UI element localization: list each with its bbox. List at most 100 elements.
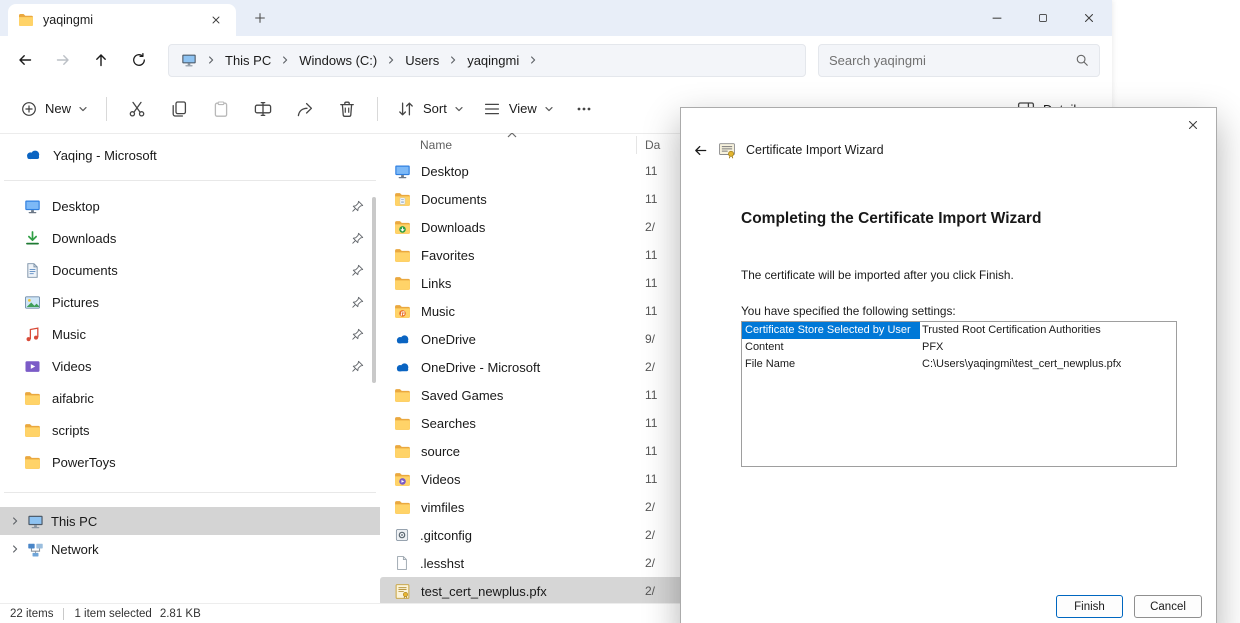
sidebar-item-music[interactable]: Music bbox=[0, 318, 380, 350]
music-folder-icon bbox=[394, 303, 411, 320]
pin-icon bbox=[351, 328, 364, 341]
breadcrumb-windows-c[interactable]: Windows (C:) bbox=[299, 53, 377, 68]
onedrive-cloud-icon bbox=[24, 146, 42, 164]
chevron-right-icon[interactable] bbox=[10, 544, 20, 554]
sidebar-item-aifabric[interactable]: aifabric bbox=[0, 382, 380, 414]
file-date: 2/ bbox=[645, 584, 655, 598]
file-date: 2/ bbox=[645, 500, 655, 514]
sidebar-item-label: PowerToys bbox=[52, 455, 116, 470]
onedrive-cloud-icon bbox=[394, 359, 411, 376]
selection-size: 2.81 KB bbox=[160, 608, 201, 620]
window-controls bbox=[974, 0, 1112, 36]
sidebar-scrollbar[interactable] bbox=[372, 197, 376, 383]
view-icon bbox=[482, 99, 502, 119]
pin-icon bbox=[351, 296, 364, 309]
cancel-button[interactable]: Cancel bbox=[1134, 595, 1202, 618]
sidebar-item-scripts[interactable]: scripts bbox=[0, 414, 380, 446]
file-name: Saved Games bbox=[421, 388, 503, 403]
sort-button[interactable]: Sort bbox=[388, 91, 472, 127]
column-divider[interactable] bbox=[636, 136, 637, 154]
plus-icon bbox=[253, 11, 267, 25]
this-pc-icon bbox=[181, 52, 197, 68]
sidebar-item-videos[interactable]: Videos bbox=[0, 350, 380, 382]
wizard-description: The certificate will be imported after y… bbox=[741, 268, 1014, 282]
column-header-name[interactable]: Name bbox=[420, 138, 452, 152]
setting-row[interactable]: File Name C:\Users\yaqingmi\test_cert_ne… bbox=[742, 356, 1176, 373]
setting-value: Trusted Root Certification Authorities bbox=[920, 322, 1176, 339]
breadcrumb-yaqingmi[interactable]: yaqingmi bbox=[467, 53, 519, 68]
sidebar-item-pictures[interactable]: Pictures bbox=[0, 286, 380, 318]
sidebar-item-downloads[interactable]: Downloads bbox=[0, 222, 380, 254]
setting-row[interactable]: Certificate Store Selected by User Trust… bbox=[742, 322, 1176, 339]
certificate-import-wizard-dialog: Certificate Import Wizard Completing the… bbox=[680, 107, 1217, 623]
sidebar-item-this-pc[interactable]: This PC bbox=[0, 507, 380, 535]
more-options-button[interactable] bbox=[564, 91, 604, 127]
sidebar-item-documents[interactable]: Documents bbox=[0, 254, 380, 286]
view-button[interactable]: View bbox=[474, 91, 562, 127]
explorer-tab[interactable]: yaqingmi bbox=[8, 4, 236, 36]
certificate-wizard-icon bbox=[718, 141, 736, 159]
file-date: 9/ bbox=[645, 332, 655, 346]
refresh-button[interactable] bbox=[120, 43, 158, 77]
folder-icon bbox=[394, 415, 411, 432]
copy-button[interactable] bbox=[159, 91, 199, 127]
new-button[interactable]: New bbox=[12, 91, 96, 127]
share-button[interactable] bbox=[285, 91, 325, 127]
sort-label: Sort bbox=[423, 101, 447, 116]
setting-key-content: Content bbox=[742, 339, 920, 356]
file-name: OneDrive - Microsoft bbox=[421, 360, 540, 375]
sidebar-item-onedrive[interactable]: Yaqing - Microsoft bbox=[0, 139, 380, 171]
address-bar[interactable]: This PC Windows (C:) Users yaqingmi bbox=[168, 44, 806, 77]
folder-icon bbox=[394, 247, 411, 264]
sidebar-item-network[interactable]: Network bbox=[0, 535, 380, 563]
folder-icon bbox=[24, 422, 41, 439]
folder-icon bbox=[394, 443, 411, 460]
paste-button[interactable] bbox=[201, 91, 241, 127]
item-count: 22 items bbox=[10, 608, 53, 620]
setting-row[interactable]: Content PFX bbox=[742, 339, 1176, 356]
folder-icon bbox=[24, 454, 41, 471]
up-button[interactable] bbox=[82, 43, 120, 77]
file-name: Documents bbox=[421, 192, 487, 207]
window-close-button[interactable] bbox=[1066, 0, 1112, 36]
search-input[interactable] bbox=[829, 53, 1069, 68]
chevron-right-icon bbox=[280, 55, 290, 65]
search-box[interactable] bbox=[818, 44, 1100, 77]
settings-list[interactable]: Certificate Store Selected by User Trust… bbox=[741, 321, 1177, 467]
rename-button[interactable] bbox=[243, 91, 283, 127]
sort-icon bbox=[396, 99, 416, 119]
cut-button[interactable] bbox=[117, 91, 157, 127]
file-date: 2/ bbox=[645, 360, 655, 374]
file-date: 11 bbox=[645, 276, 657, 290]
file-name: .lesshst bbox=[420, 556, 464, 571]
file-date: 11 bbox=[645, 164, 657, 178]
chevron-right-icon[interactable] bbox=[10, 516, 20, 526]
breadcrumb-users[interactable]: Users bbox=[405, 53, 439, 68]
up-icon bbox=[93, 52, 109, 68]
minimize-button[interactable] bbox=[974, 0, 1020, 36]
file-date: 2/ bbox=[645, 528, 655, 542]
forward-button[interactable] bbox=[44, 43, 82, 77]
file-date: 11 bbox=[645, 304, 657, 318]
folder-icon bbox=[394, 275, 411, 292]
new-tab-button[interactable] bbox=[248, 6, 272, 30]
this-pc-icon bbox=[27, 513, 44, 530]
pin-icon bbox=[351, 360, 364, 373]
finish-button[interactable]: Finish bbox=[1056, 595, 1123, 618]
sidebar-item-label: Yaqing - Microsoft bbox=[53, 148, 157, 163]
column-header-date[interactable]: Da bbox=[645, 138, 660, 152]
dialog-close-button[interactable] bbox=[1180, 113, 1206, 137]
selection-count: 1 item selected bbox=[74, 608, 151, 620]
file-date: 11 bbox=[645, 248, 657, 262]
new-label: New bbox=[45, 101, 71, 116]
maximize-button[interactable] bbox=[1020, 0, 1066, 36]
sidebar-item-desktop[interactable]: Desktop bbox=[0, 190, 380, 222]
chevron-down-icon bbox=[454, 104, 464, 114]
sidebar-item-powertoys[interactable]: PowerToys bbox=[0, 446, 380, 478]
back-button[interactable] bbox=[6, 43, 44, 77]
delete-button[interactable] bbox=[327, 91, 367, 127]
sidebar-item-label: Downloads bbox=[52, 231, 116, 246]
breadcrumb-this-pc[interactable]: This PC bbox=[225, 53, 271, 68]
wizard-back-icon[interactable] bbox=[693, 143, 708, 158]
tab-close-button[interactable] bbox=[206, 10, 226, 30]
